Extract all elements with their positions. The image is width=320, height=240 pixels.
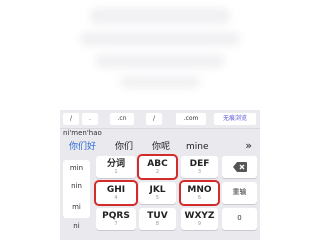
key-4-ghi[interactable]: GHI 4 bbox=[96, 182, 136, 204]
key-1-segment[interactable]: 分词 1 bbox=[96, 156, 136, 178]
pinyin-option[interactable]: min bbox=[63, 164, 90, 172]
zero-key[interactable]: 0 bbox=[222, 208, 257, 230]
candidate-item[interactable]: mine bbox=[186, 140, 209, 154]
pinyin-option[interactable]: nin bbox=[63, 182, 90, 190]
pinyin-option[interactable]: mi bbox=[63, 203, 90, 211]
blurred-text bbox=[120, 76, 200, 88]
backspace-icon bbox=[232, 162, 247, 172]
key-digit: 2 bbox=[155, 169, 160, 175]
key-digit: 6 bbox=[197, 195, 202, 201]
key-label: JKL bbox=[149, 185, 166, 195]
key-digit: 1 bbox=[114, 169, 118, 175]
url-key-com[interactable]: .com bbox=[176, 113, 206, 125]
key-7-pqrs[interactable]: PQRS 7 bbox=[96, 208, 136, 230]
candidate-item[interactable]: 你们好 bbox=[69, 140, 96, 154]
candidate-item[interactable]: 你们 bbox=[115, 140, 133, 154]
key-digit: 4 bbox=[114, 195, 118, 201]
url-shortcut-bar: / . .cn / .com 无痕浏览 bbox=[60, 110, 260, 129]
key-label: TUV bbox=[147, 211, 168, 221]
key-3-def[interactable]: DEF 3 bbox=[181, 156, 218, 178]
key-6-mno[interactable]: MNO 6 bbox=[181, 182, 218, 204]
key-8-tuv[interactable]: TUV 8 bbox=[139, 208, 176, 230]
blurred-text bbox=[80, 32, 240, 46]
candidate-item[interactable]: 你呢 bbox=[152, 140, 170, 154]
key-9-wxyz[interactable]: WXYZ 9 bbox=[181, 208, 218, 230]
backspace-key[interactable] bbox=[222, 156, 257, 178]
key-label: 分词 bbox=[106, 159, 125, 169]
url-key-slash-2[interactable]: / bbox=[146, 113, 162, 125]
blurred-text bbox=[95, 54, 225, 68]
url-key-cn[interactable]: .cn bbox=[110, 113, 134, 125]
key-5-jkl[interactable]: JKL 5 bbox=[139, 182, 176, 204]
key-label: GHI bbox=[106, 185, 126, 195]
key-digit: 9 bbox=[197, 221, 202, 227]
expand-candidates-icon[interactable]: » bbox=[245, 139, 252, 153]
key-digit: 7 bbox=[114, 221, 118, 227]
key-2-abc[interactable]: ABC 2 bbox=[139, 156, 176, 178]
key-label: WXYZ bbox=[184, 211, 215, 221]
page-content-blurred bbox=[0, 0, 320, 110]
key-label: ABC bbox=[147, 159, 168, 169]
key-label: DEF bbox=[189, 159, 210, 169]
key-digit: 8 bbox=[155, 221, 160, 227]
reenter-key[interactable]: 重输 bbox=[222, 182, 257, 204]
key-label: PQRS bbox=[102, 211, 130, 221]
blurred-text bbox=[90, 8, 230, 24]
url-key-slash[interactable]: / bbox=[63, 113, 79, 125]
candidate-bar: 你们好 你们 你呢 mine » bbox=[60, 137, 260, 156]
key-digit: 3 bbox=[197, 169, 202, 175]
incognito-browse-button[interactable]: 无痕浏览 bbox=[214, 113, 256, 125]
pinyin-option[interactable]: ni bbox=[63, 222, 90, 230]
t9-keyboard: / . .cn / .com 无痕浏览 ni'men'hao 你们好 你们 你呢… bbox=[60, 110, 260, 240]
key-digit: 5 bbox=[155, 195, 160, 201]
key-label: MNO bbox=[187, 185, 212, 195]
url-key-dot[interactable]: . bbox=[82, 113, 98, 125]
